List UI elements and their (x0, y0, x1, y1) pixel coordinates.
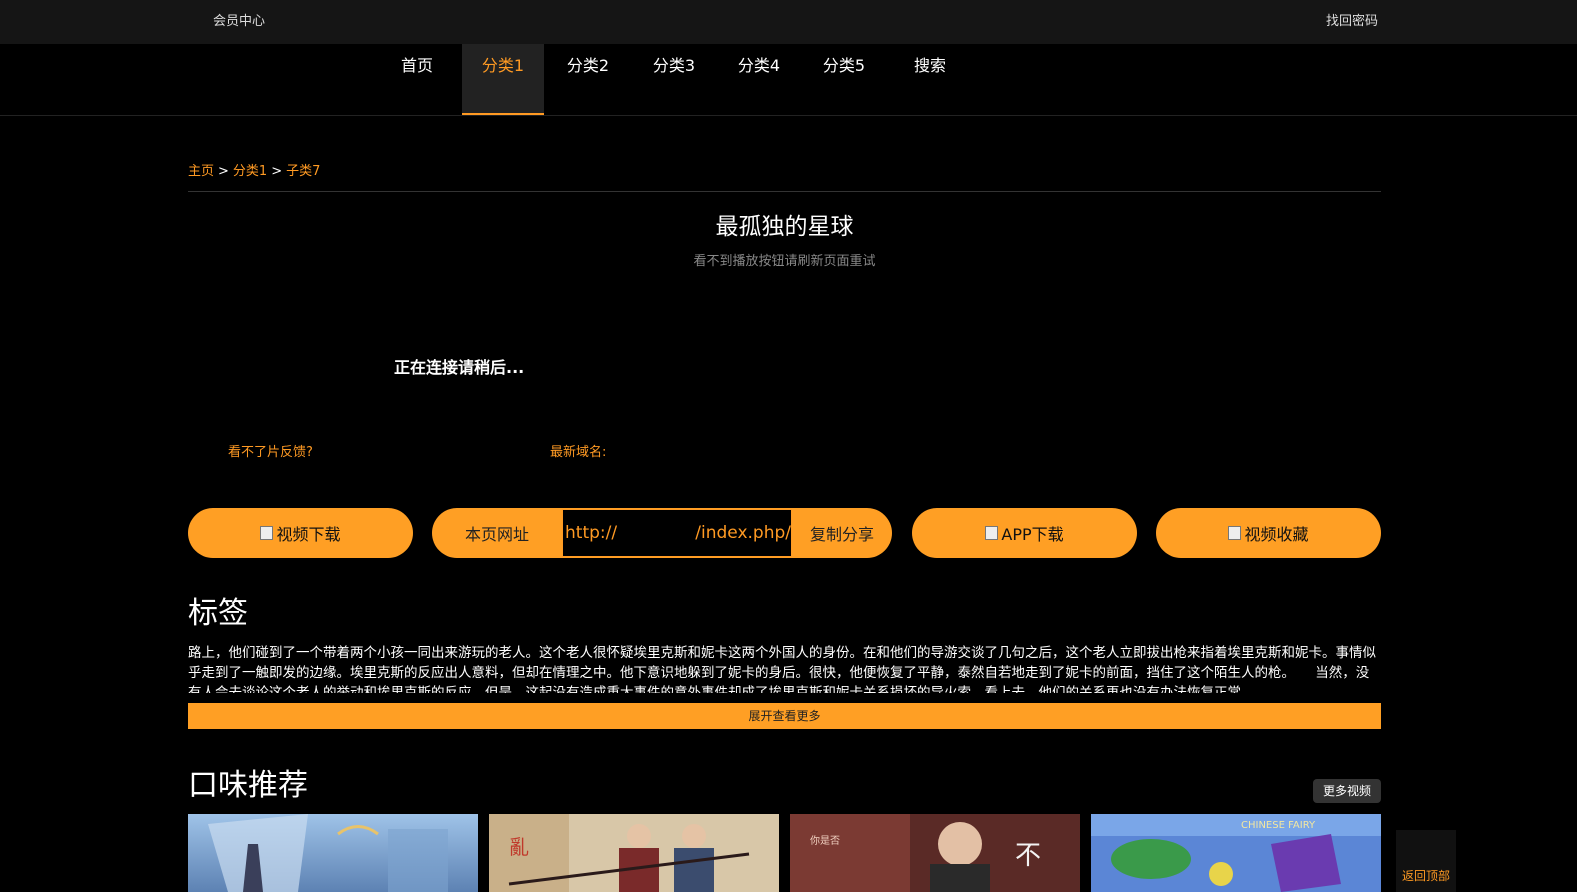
thumbnail-image: 亂 (489, 814, 779, 892)
video-description: 路上，他们碰到了一个带着两个小孩一同出来游玩的老人。这个老人很怀疑埃里克斯和妮卡… (188, 645, 1376, 693)
back-to-top-label: 返回顶部 (1401, 869, 1450, 883)
thumbnail-image: CHINESE FAIRY (1091, 814, 1381, 892)
page-url-bar: 本页网址 http:// /index.php/ 复制分享 (432, 508, 892, 558)
page-url-field[interactable]: http:// /index.php/ (562, 509, 792, 557)
nav-item-category3[interactable]: 分类3 (642, 44, 706, 115)
nav-item-category2[interactable]: 分类2 (556, 44, 620, 115)
app-download-label: APP下载 (1001, 525, 1064, 544)
video-download-button[interactable]: 视频下载 (188, 508, 413, 558)
breadcrumb-separator: > (271, 164, 283, 179)
breadcrumb-category[interactable]: 分类1 (233, 164, 267, 179)
feedback-link[interactable]: 看不了片反馈? (228, 441, 313, 460)
recommend-thumbnail[interactable]: CHINESE FAIRY (1091, 814, 1381, 892)
more-videos-button[interactable]: 更多视频 (1313, 779, 1381, 803)
member-center-link[interactable]: 会员中心 (213, 10, 265, 29)
video-favorite-label: 视频收藏 (1244, 525, 1309, 544)
top-bar: 会员中心 找回密码 (0, 0, 1577, 44)
divider (188, 191, 1381, 192)
svg-text:亂: 亂 (509, 835, 529, 859)
new-domain-label: 最新域名: (550, 445, 607, 460)
svg-text:CHINESE FAIRY: CHINESE FAIRY (1241, 820, 1316, 831)
breadcrumb-subcategory[interactable]: 子类7 (286, 164, 320, 179)
recover-password-link[interactable]: 找回密码 (1326, 10, 1378, 29)
recommend-thumbnail[interactable] (188, 814, 478, 892)
broken-image-icon (1228, 526, 1242, 540)
recommend-heading: 口味推荐 (188, 768, 308, 803)
expand-more-button[interactable]: 展开查看更多 (188, 703, 1381, 729)
back-to-top-button[interactable]: 返回顶部 (1396, 830, 1456, 892)
video-title: 最孤独的星球 (715, 214, 854, 240)
broken-image-icon (985, 526, 999, 540)
tags-heading: 标签 (188, 596, 248, 631)
thumbnail-image (188, 814, 478, 892)
recommend-thumbnail[interactable]: 亂 (489, 814, 779, 892)
video-download-label: 视频下载 (276, 525, 341, 544)
recommend-thumbnail[interactable]: 不 你是否 (790, 814, 1080, 892)
nav-item-category4[interactable]: 分类4 (727, 44, 791, 115)
svg-text:你是否: 你是否 (810, 834, 840, 847)
page-url-value-start: http:// (565, 523, 618, 543)
nav-item-category5[interactable]: 分类5 (812, 44, 876, 115)
breadcrumb: 主页 > 分类1 > 子类7 (188, 160, 320, 179)
broken-image-icon (260, 526, 274, 540)
thumbnail-image: 不 你是否 (790, 814, 1080, 892)
main-nav: 首页 分类1 分类2 分类3 分类4 分类5 搜索 (0, 44, 1577, 116)
breadcrumb-separator: > (218, 164, 229, 179)
page-url-label: 本页网址 (464, 525, 529, 544)
app-download-button[interactable]: APP下载 (912, 508, 1137, 558)
breadcrumb-home[interactable]: 主页 (188, 164, 214, 179)
copy-share-button[interactable]: 复制分享 (792, 521, 892, 545)
player-connecting-text: 正在连接请稍后... (394, 358, 525, 377)
video-favorite-button[interactable]: 视频收藏 (1156, 508, 1381, 558)
nav-item-category1[interactable]: 分类1 (462, 44, 544, 115)
nav-item-home[interactable]: 首页 (386, 44, 448, 115)
video-tip: 看不到播放按钮请刷新页面重试 (693, 254, 876, 269)
page-url-value-end: /index.php/ (695, 523, 791, 543)
svg-text:不: 不 (1015, 841, 1041, 871)
nav-item-search[interactable]: 搜索 (898, 44, 962, 115)
